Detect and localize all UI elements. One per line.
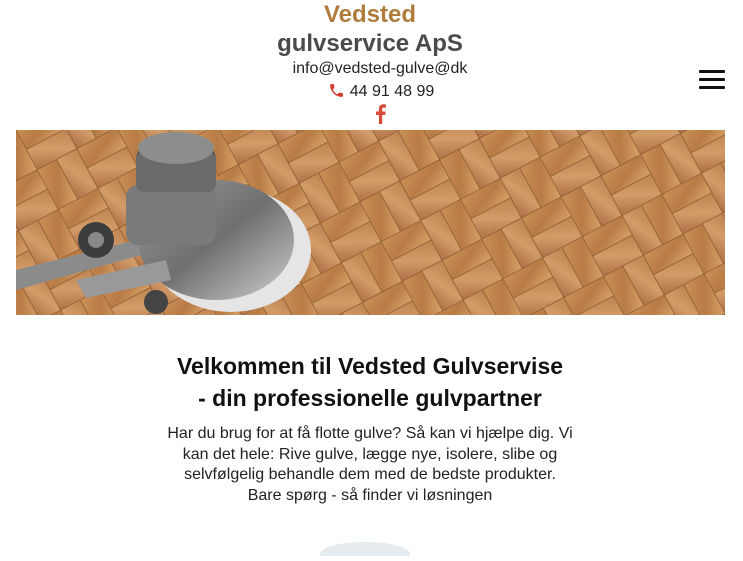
welcome-section: Velkommen til Vedsted Gulvservise - din … [0, 350, 740, 506]
welcome-heading: Velkommen til Vedsted Gulvservise - din … [0, 350, 740, 414]
hamburger-menu-icon [699, 70, 725, 73]
hero-image [16, 130, 725, 315]
phone-link[interactable]: 44 91 48 99 [0, 82, 743, 102]
welcome-heading-line1: Velkommen til Vedsted Gulvservise [176, 353, 564, 379]
intro-line: kan det hele: Rive gulve, lægge nye, iso… [182, 445, 558, 463]
welcome-heading-line2: - din professionelle gulvpartner [198, 385, 542, 411]
intro-line: selvfølgelig behandle dem med de bedste … [184, 466, 556, 483]
phone-number: 44 91 48 99 [349, 83, 435, 100]
brand-name-line1[interactable]: Vedsted [0, 1, 740, 29]
facebook-icon [376, 104, 386, 124]
phone-icon [329, 84, 343, 97]
hamburger-menu-button[interactable] [699, 70, 725, 90]
welcome-intro: Har du brug for at få flotte gulve? Så k… [150, 424, 590, 506]
brand-name-line2[interactable]: gulvservice ApS [0, 30, 740, 58]
site-header: Vedsted gulvservice ApS info@vedsted-gul… [0, 0, 743, 130]
next-section-image-peek [315, 536, 415, 561]
intro-line: Har du brug for at få flotte gulve? Så k… [167, 425, 573, 442]
intro-line: Bare spørg - så finder vi løsningen [247, 486, 493, 504]
facebook-link[interactable] [373, 104, 387, 124]
email-link[interactable]: info@vedsted-gulve@dk [0, 59, 743, 79]
